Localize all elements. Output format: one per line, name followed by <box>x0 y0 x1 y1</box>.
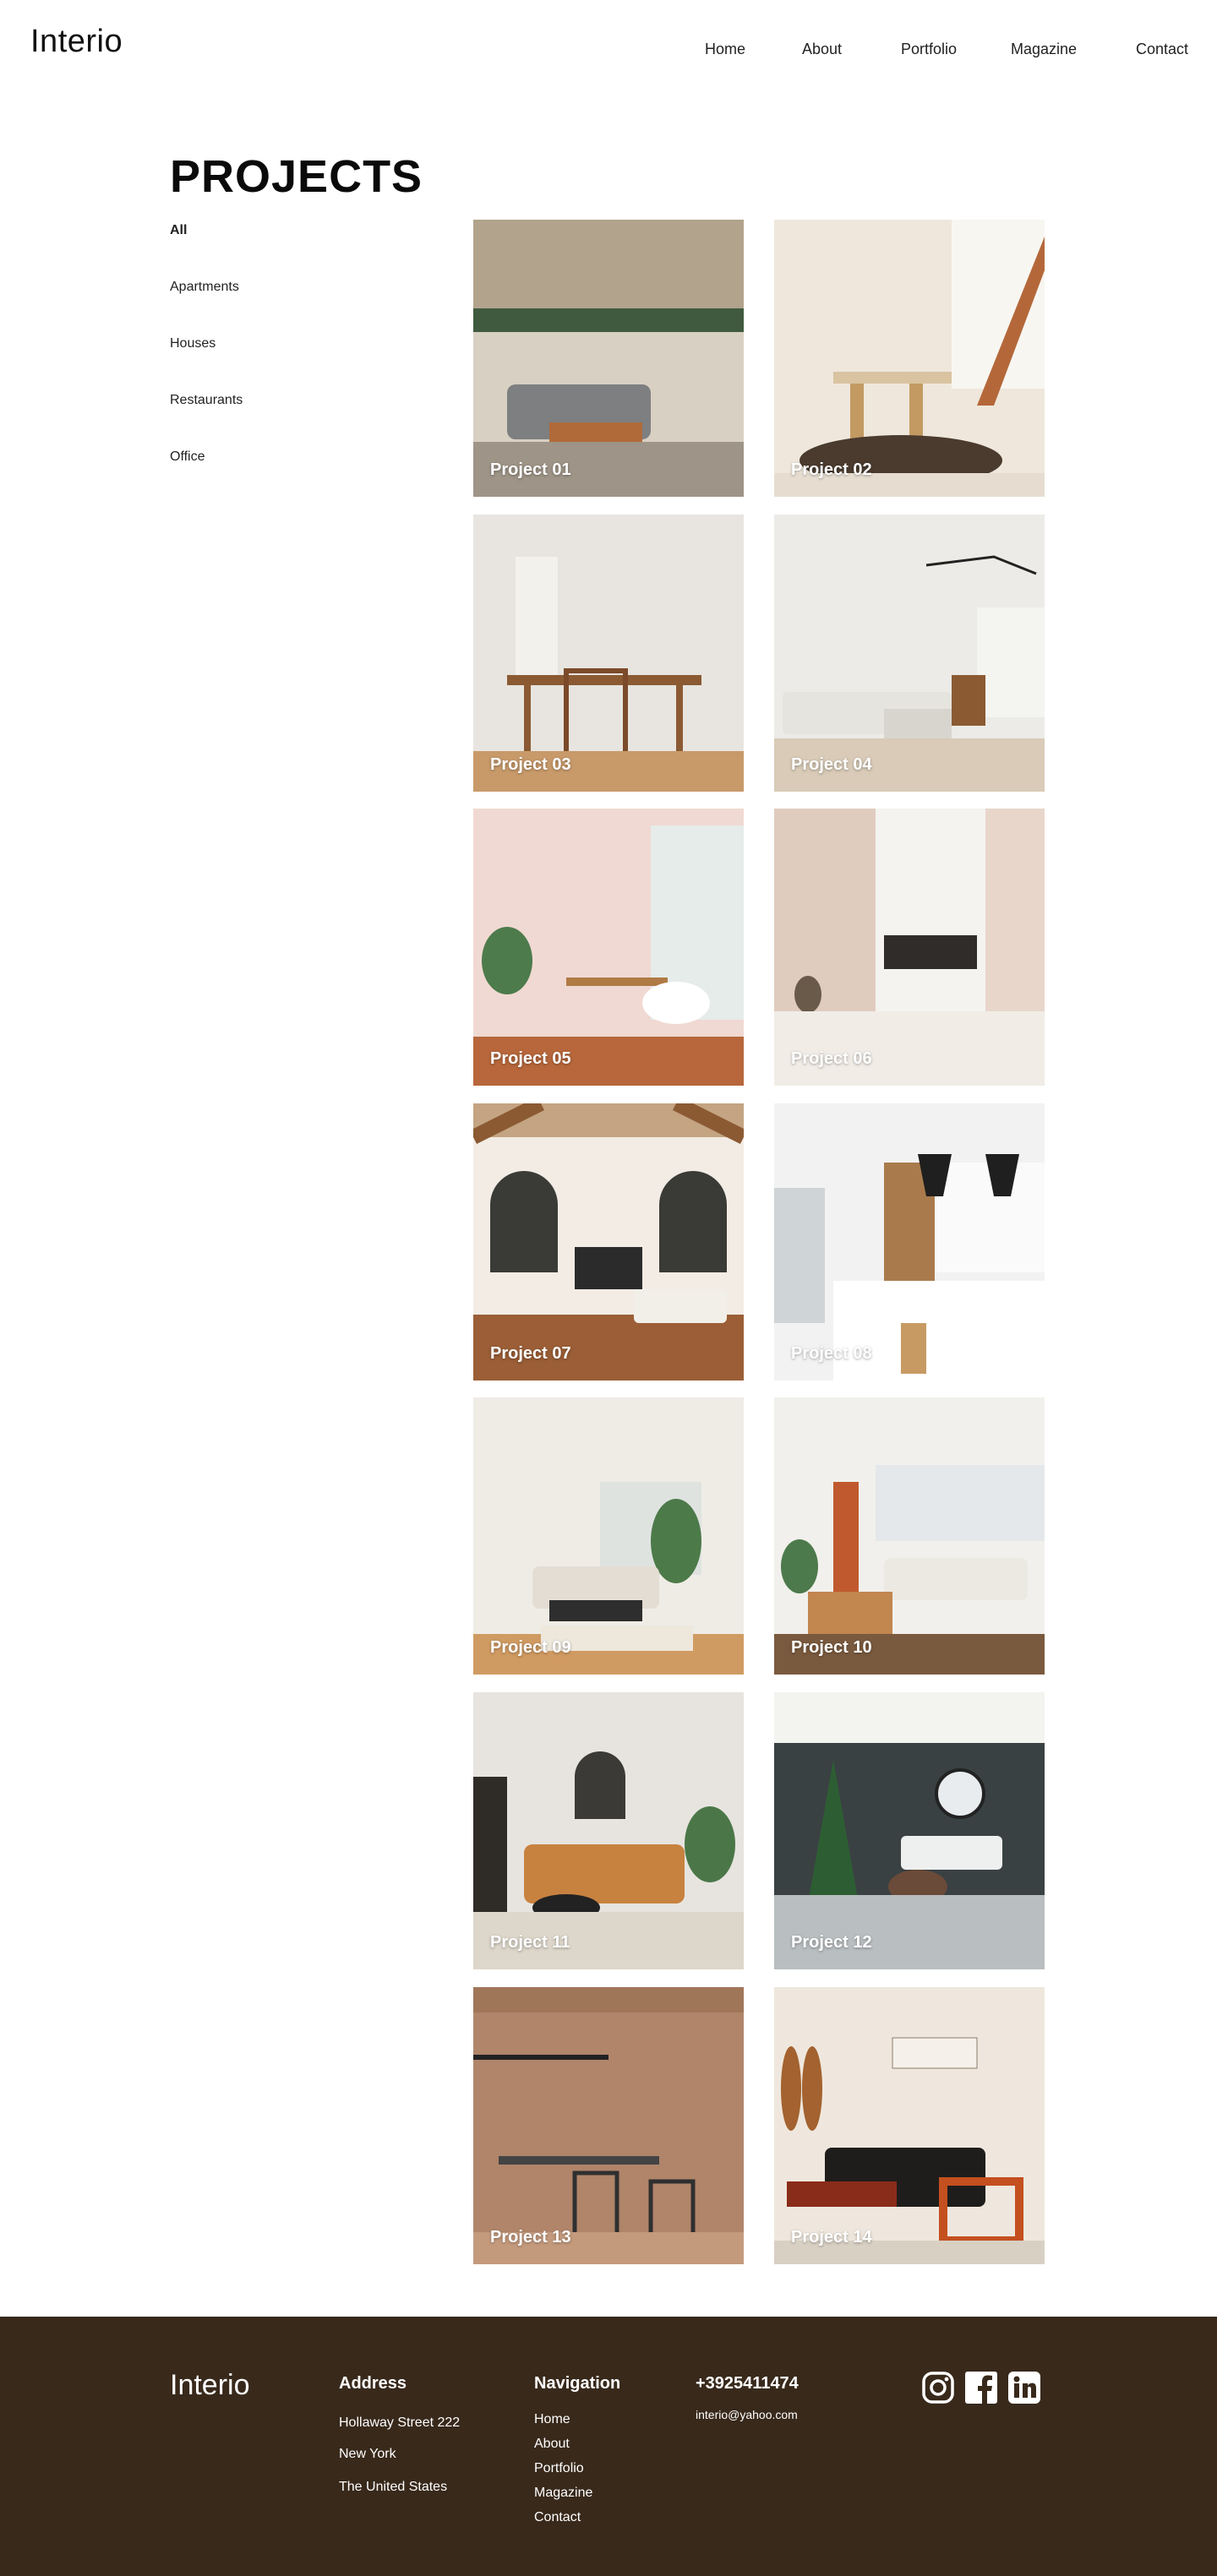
linkedin-icon[interactable] <box>1007 2371 1041 2404</box>
footer-address-line: Hollaway Street 222 <box>339 2415 461 2430</box>
project-title-06: Project 06 <box>791 1049 872 1068</box>
project-card-11[interactable]: Project 11 <box>473 1692 744 1969</box>
project-image-14 <box>774 1987 1045 2264</box>
footer-nav-contact[interactable]: Contact <box>534 2510 581 2525</box>
site-footer: Interio Address Hollaway Street 222 New … <box>0 2317 1217 2576</box>
footer-nav-portfolio[interactable]: Portfolio <box>534 2461 584 2476</box>
filter-all[interactable]: All <box>170 223 187 238</box>
footer-email[interactable]: interio@yahoo.com <box>696 2408 798 2421</box>
footer-address-line: New York <box>339 2447 396 2461</box>
page-title: PROJECTS <box>170 151 423 202</box>
project-card-03[interactable]: Project 03 <box>473 515 744 792</box>
project-title-10: Project 10 <box>791 1638 872 1657</box>
project-card-01[interactable]: Project 01 <box>473 220 744 497</box>
project-card-05[interactable]: Project 05 <box>473 809 744 1086</box>
filter-houses[interactable]: Houses <box>170 336 216 351</box>
project-card-09[interactable]: Project 09 <box>473 1397 744 1675</box>
facebook-icon[interactable] <box>964 2371 998 2404</box>
nav-home[interactable]: Home <box>705 41 745 58</box>
project-image-04 <box>774 515 1045 792</box>
project-title-14: Project 14 <box>791 2228 872 2247</box>
project-image-01 <box>473 220 744 497</box>
project-title-08: Project 08 <box>791 1344 872 1363</box>
nav-contact[interactable]: Contact <box>1136 41 1188 58</box>
project-card-08[interactable]: Project 08 <box>774 1103 1045 1381</box>
project-image-10 <box>774 1397 1045 1675</box>
nav-about[interactable]: About <box>802 41 842 58</box>
project-card-04[interactable]: Project 04 <box>774 515 1045 792</box>
project-image-03 <box>473 515 744 792</box>
instagram-icon[interactable] <box>921 2371 955 2404</box>
project-card-07[interactable]: Project 07 <box>473 1103 744 1381</box>
filter-restaurants[interactable]: Restaurants <box>170 393 243 408</box>
project-title-12: Project 12 <box>791 1933 872 1952</box>
filter-apartments[interactable]: Apartments <box>170 280 239 295</box>
project-title-03: Project 03 <box>490 755 571 774</box>
project-title-01: Project 01 <box>490 460 571 479</box>
project-title-04: Project 04 <box>791 755 872 774</box>
project-image-11 <box>473 1692 744 1969</box>
project-image-05 <box>473 809 744 1086</box>
footer-phone[interactable]: +3925411474 <box>696 2374 799 2394</box>
project-image-07 <box>473 1103 744 1381</box>
project-title-05: Project 05 <box>490 1049 571 1068</box>
project-card-12[interactable]: Project 12 <box>774 1692 1045 1969</box>
footer-logo[interactable]: Interio <box>170 2369 250 2402</box>
project-title-13: Project 13 <box>490 2228 571 2247</box>
project-title-02: Project 02 <box>791 460 872 479</box>
project-image-06 <box>774 809 1045 1086</box>
footer-navigation-heading: Navigation <box>534 2374 621 2393</box>
footer-nav-home[interactable]: Home <box>534 2412 570 2427</box>
nav-portfolio[interactable]: Portfolio <box>901 41 957 58</box>
nav-magazine[interactable]: Magazine <box>1011 41 1077 58</box>
project-image-12 <box>774 1692 1045 1969</box>
site-header: Interio Home About Portfolio Magazine Co… <box>0 0 1217 93</box>
project-title-07: Project 07 <box>490 1344 571 1363</box>
project-title-09: Project 09 <box>490 1638 571 1657</box>
project-card-10[interactable]: Project 10 <box>774 1397 1045 1675</box>
footer-nav-magazine[interactable]: Magazine <box>534 2486 592 2501</box>
footer-address-heading: Address <box>339 2374 407 2393</box>
filter-office[interactable]: Office <box>170 449 205 465</box>
project-title-11: Project 11 <box>490 1933 570 1952</box>
project-card-02[interactable]: Project 02 <box>774 220 1045 497</box>
footer-address-line: The United States <box>339 2480 448 2494</box>
project-card-06[interactable]: Project 06 <box>774 809 1045 1086</box>
footer-nav-about[interactable]: About <box>534 2437 570 2452</box>
project-card-13[interactable]: Project 13 <box>473 1987 744 2264</box>
project-image-08 <box>774 1103 1045 1381</box>
project-image-09 <box>473 1397 744 1675</box>
project-image-02 <box>774 220 1045 497</box>
site-logo[interactable]: Interio <box>30 24 123 60</box>
project-image-13 <box>473 1987 744 2264</box>
project-card-14[interactable]: Project 14 <box>774 1987 1045 2264</box>
